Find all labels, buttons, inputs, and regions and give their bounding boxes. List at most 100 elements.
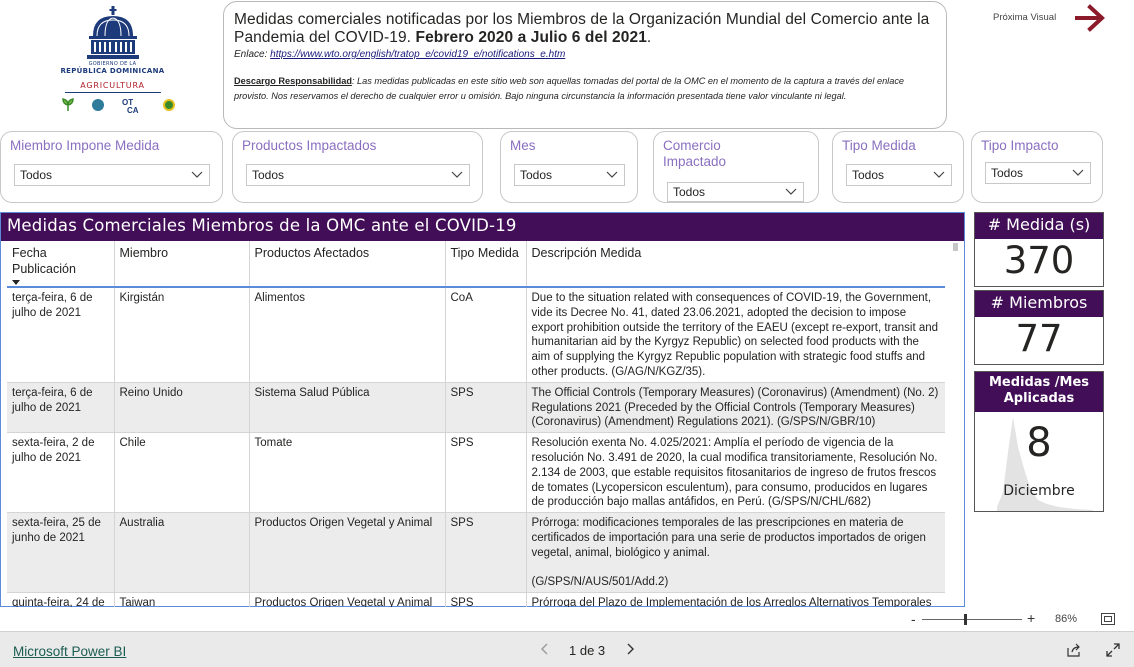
slicer-productos-value: Todos — [252, 168, 285, 182]
table-header-row: Fecha Publicación Miembro Productos Afec… — [7, 241, 945, 288]
cell-tipo: SPS — [445, 512, 527, 594]
table-scroll-thumb[interactable] — [953, 243, 958, 251]
cell-descripcion: Prórroga del Plazo de Implementación de … — [526, 592, 945, 607]
table-scroll-area[interactable]: Fecha Publicación Miembro Productos Afec… — [7, 241, 945, 607]
svg-text:CA: CA — [127, 106, 139, 113]
card-medidas-mes-value: 8 — [1026, 420, 1052, 466]
capitol-dome-icon — [86, 6, 139, 59]
card-miembros-title: # Miembros — [975, 291, 1103, 317]
column-header-descripcion[interactable]: Descripción Medida — [526, 241, 945, 288]
slicer-miembro-dropdown[interactable]: Todos — [14, 164, 210, 186]
globe-icon — [91, 99, 104, 111]
source-link-line: Enlace: https://www.wto.org/english/trat… — [234, 49, 936, 60]
zoom-slider-thumb[interactable] — [963, 614, 967, 625]
slicer-tipo-impacto-label: Tipo Impacto — [981, 138, 1059, 153]
chevron-down-icon — [1072, 169, 1084, 176]
slicer-comercio: Comercio Impactado Todos — [653, 131, 819, 203]
table-row[interactable]: quinta-feira, 24 de junho de 2021 Taiwan… — [7, 592, 945, 607]
source-link-label: Enlace: — [234, 49, 271, 60]
previous-page-icon[interactable] — [539, 642, 551, 656]
cell-miembro: Chile — [114, 432, 250, 514]
otca-icon: OT CA — [122, 98, 139, 113]
cell-fecha: terça-feira, 6 de julho de 2021 — [7, 287, 115, 383]
column-header-fecha-label: Fecha Publicación — [12, 246, 76, 276]
fullscreen-icon[interactable] — [1106, 643, 1120, 657]
table-scrollbar[interactable] — [952, 241, 960, 607]
cell-miembro: Australia — [114, 512, 250, 594]
card-medidas-title: # Medida (s) — [975, 213, 1103, 239]
logo-divider — [64, 92, 161, 93]
slicer-tipo-medida: Tipo Medida Todos — [832, 131, 964, 203]
chevron-down-icon — [451, 171, 463, 178]
power-bi-link[interactable]: Microsoft Power BI — [13, 644, 126, 659]
card-miembros: # Miembros 77 — [974, 290, 1104, 365]
zoom-bar: - + 86% — [0, 610, 1134, 631]
table-row[interactable]: sexta-feira, 25 de junho de 2021 Austral… — [7, 512, 945, 594]
disclaimer-label: Descargo Responsabilidad — [234, 76, 352, 86]
cell-fecha: quinta-feira, 24 de junho de 2021 — [7, 592, 115, 607]
card-miembros-value: 77 — [1015, 317, 1063, 360]
fit-to-page-icon[interactable] — [1101, 613, 1115, 625]
source-link[interactable]: https://www.wto.org/english/tratop_e/cov… — [270, 49, 565, 60]
slicer-mes-label: Mes — [510, 138, 536, 153]
cell-productos: Alimentos — [249, 287, 446, 383]
next-page-icon[interactable] — [624, 642, 636, 656]
chevron-down-icon — [191, 171, 203, 178]
cell-productos: Sistema Salud Pública — [249, 382, 446, 434]
column-header-productos[interactable]: Productos Afectados — [249, 241, 446, 288]
leaf-icon — [61, 98, 74, 111]
slicer-productos: Productos Impactados Todos — [232, 131, 483, 203]
slicer-comercio-dropdown[interactable]: Todos — [667, 182, 804, 202]
card-medidas-mes-month: Diciembre — [1003, 483, 1075, 499]
slicer-tipo-medida-value: Todos — [852, 168, 885, 182]
chevron-down-icon — [606, 171, 618, 178]
title-date-range: Febrero 2020 a Julio 6 del 2021 — [415, 29, 647, 46]
slicer-mes: Mes Todos — [500, 131, 638, 203]
cell-miembro: Kirgistán — [114, 287, 250, 383]
zoom-out-button[interactable]: - — [911, 611, 916, 627]
slicer-tipo-medida-dropdown[interactable]: Todos — [846, 164, 952, 186]
cell-descripcion: Resolución exenta No. 4.025/2021: Amplía… — [526, 432, 945, 514]
cell-productos: Productos Origen Vegetal y Animal — [249, 512, 446, 594]
report-header: Medidas comerciales notificadas por los … — [223, 1, 947, 129]
cell-miembro: Reino Unido — [114, 382, 250, 434]
column-header-tipo[interactable]: Tipo Medida — [445, 241, 527, 288]
cell-fecha: terça-feira, 6 de julho de 2021 — [7, 382, 115, 434]
slicer-productos-label: Productos Impactados — [242, 138, 377, 153]
slicer-tipo-impacto-value: Todos — [991, 166, 1024, 180]
card-medidas-value: 370 — [1003, 239, 1075, 282]
cell-productos: Tomate — [249, 432, 446, 514]
slicer-comercio-value: Todos — [673, 185, 706, 199]
table-row[interactable]: sexta-feira, 2 de julho de 2021 Chile To… — [7, 432, 945, 514]
slicer-miembro-value: Todos — [20, 168, 53, 182]
table-row[interactable]: terça-feira, 6 de julho de 2021 Kirgistá… — [7, 287, 945, 383]
title-end-text: . — [646, 29, 652, 46]
share-icon[interactable] — [1067, 643, 1082, 657]
table-row[interactable]: terça-feira, 6 de julho de 2021 Reino Un… — [7, 382, 945, 434]
zoom-in-button[interactable]: + — [1027, 610, 1035, 626]
slicer-productos-dropdown[interactable]: Todos — [246, 164, 470, 186]
footer-bar: Microsoft Power BI 1 de 3 — [0, 631, 1134, 667]
cell-tipo: CoA — [445, 287, 527, 383]
slicer-tipo-impacto-dropdown[interactable]: Todos — [985, 162, 1091, 184]
slicer-tipo-medida-label: Tipo Medida — [842, 138, 916, 153]
cell-descripcion: Due to the situation related with conseq… — [526, 287, 945, 383]
column-header-fecha[interactable]: Fecha Publicación — [7, 241, 115, 288]
card-medidas: # Medida (s) 370 — [974, 212, 1104, 287]
cell-tipo: SPS — [445, 382, 527, 434]
cell-fecha: sexta-feira, 2 de julho de 2021 — [7, 432, 115, 514]
page-indicator: 1 de 3 — [569, 643, 606, 658]
column-header-miembro[interactable]: Miembro — [114, 241, 250, 288]
table-title: Medidas Comerciales Miembros de la OMC a… — [1, 213, 964, 241]
chevron-down-icon — [785, 188, 797, 195]
slicer-tipo-impacto: Tipo Impacto Todos — [971, 131, 1103, 203]
zoom-percent: 86% — [1055, 613, 1078, 625]
zoom-slider-track[interactable] — [922, 619, 1022, 620]
ministry-logo: GOBIERNO DE LA REPÚBLICA DOMINICANA AGRI… — [50, 6, 175, 124]
cell-productos: Productos Origen Vegetal y Animal — [249, 592, 446, 607]
next-visual-label[interactable]: Próxima Visual — [993, 12, 1056, 23]
slicer-mes-dropdown[interactable]: Todos — [514, 164, 625, 186]
next-visual-arrow-icon[interactable] — [1075, 4, 1107, 32]
report-title: Medidas comerciales notificadas por los … — [234, 11, 936, 47]
card-medidas-mes-body: 8 Diciembre — [975, 412, 1103, 512]
